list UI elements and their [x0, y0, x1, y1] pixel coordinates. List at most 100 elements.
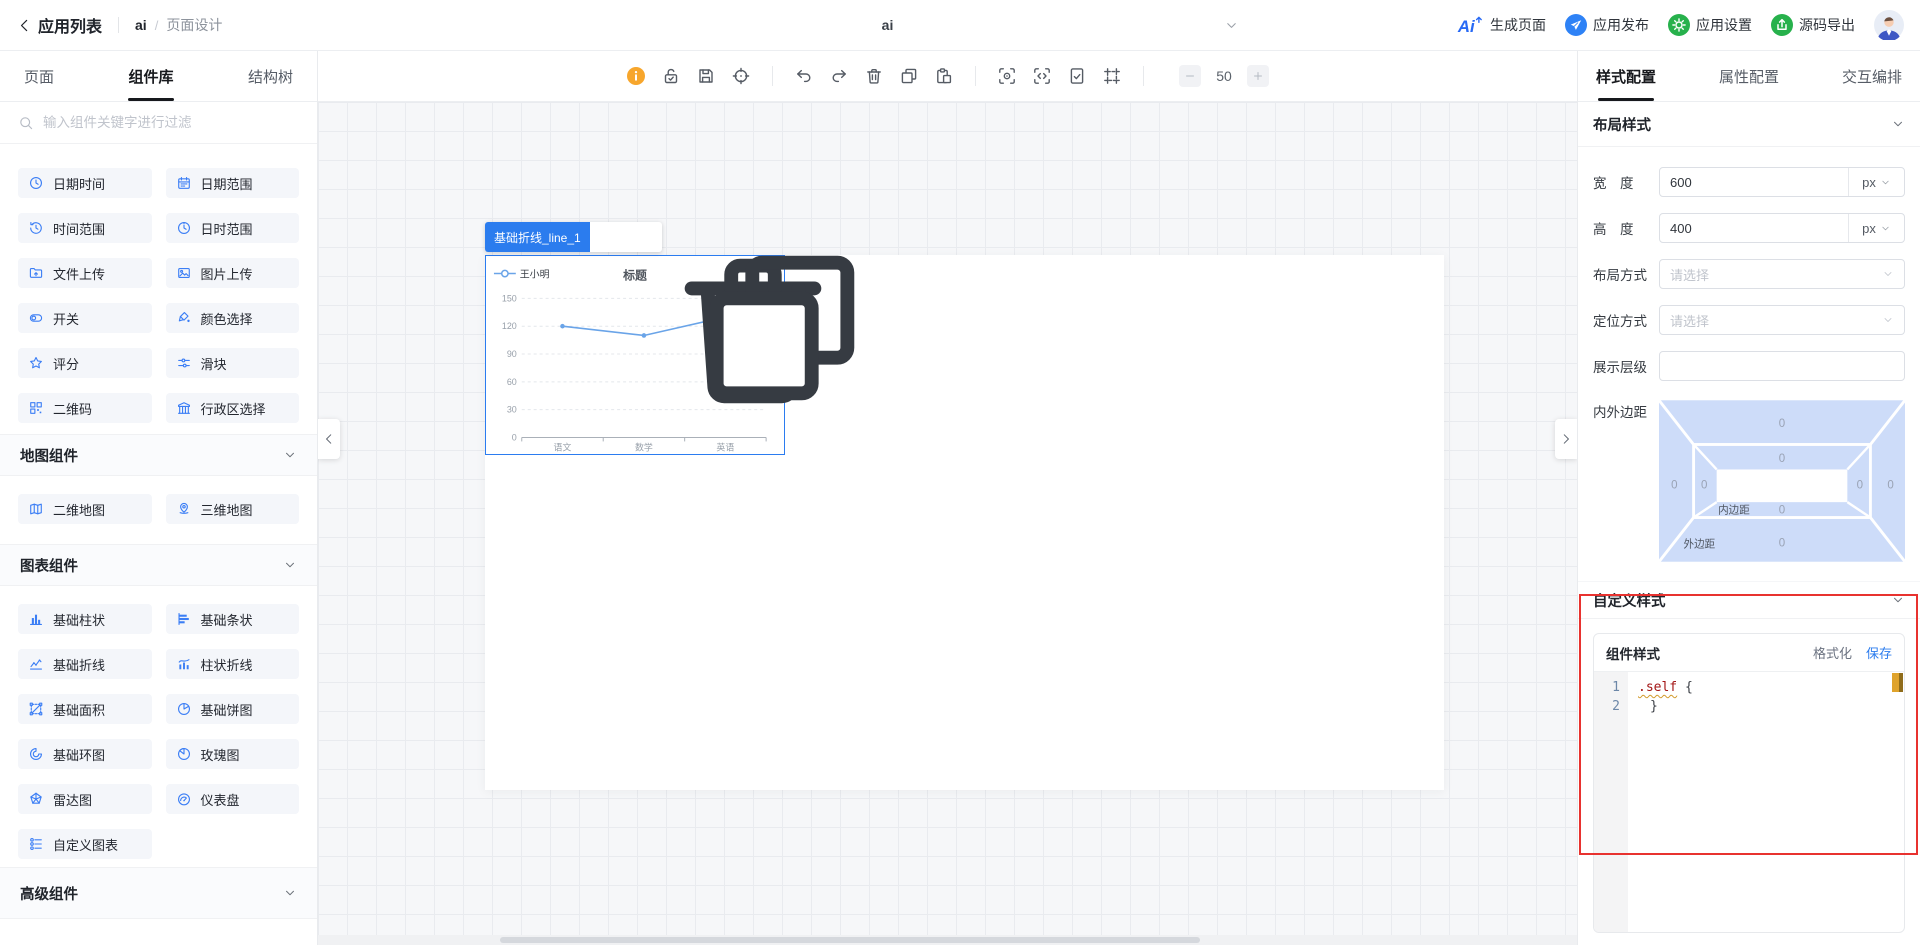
section-map-components[interactable]: 地图组件	[0, 434, 317, 476]
component-item[interactable]: 文件上传	[18, 258, 152, 288]
height-input[interactable]	[1660, 220, 1848, 236]
component-item[interactable]: 三维地图	[165, 494, 299, 524]
collapse-panel-handle[interactable]	[1555, 419, 1577, 459]
export-source-button[interactable]: 源码导出	[1771, 14, 1855, 36]
component-item[interactable]: 基础环图	[18, 739, 152, 769]
custom-chart-icon	[28, 836, 44, 852]
publish-app-button[interactable]: 应用发布	[1565, 14, 1649, 36]
component-item[interactable]: 图片上传	[165, 258, 299, 288]
paste-icon[interactable]	[934, 66, 954, 86]
format-button[interactable]: 格式化	[1813, 643, 1852, 662]
app-settings-button[interactable]: 应用设置	[1668, 14, 1752, 36]
component-item[interactable]: 日期范围	[165, 168, 299, 198]
plus-icon[interactable]	[1247, 65, 1269, 87]
margin-top-value[interactable]: 0	[1779, 418, 1785, 430]
chevron-left-icon[interactable]	[16, 17, 33, 34]
css-code-editor[interactable]: 1 2 .self { }	[1594, 672, 1904, 932]
generate-page-button[interactable]: Ai 生成页面	[1457, 15, 1546, 36]
padding-top-value[interactable]: 0	[1779, 453, 1785, 465]
component-item[interactable]: 颜色选择	[165, 303, 299, 333]
component-item[interactable]: 时间范围	[18, 213, 152, 243]
component-item[interactable]: 基础饼图	[165, 694, 299, 724]
height-unit-select[interactable]: px	[1848, 214, 1904, 242]
tab-structure-tree[interactable]: 结构树	[248, 51, 293, 101]
layout-mode-select[interactable]: 请选择	[1659, 259, 1905, 289]
toolbar-divider	[772, 66, 773, 86]
section-chart-components[interactable]: 图表组件	[0, 544, 317, 586]
doc-check-icon[interactable]	[1067, 66, 1087, 86]
component-item[interactable]: 日期时间	[18, 168, 152, 198]
back-to-app-list[interactable]: 应用列表	[38, 13, 102, 37]
undo-icon[interactable]	[794, 66, 814, 86]
save-icon[interactable]	[696, 66, 716, 86]
duplicate-icon[interactable]	[633, 229, 854, 400]
component-item[interactable]: 日时范围	[165, 213, 299, 243]
component-item[interactable]: 自定义图表	[18, 829, 152, 859]
width-input[interactable]	[1660, 174, 1848, 190]
trash-icon[interactable]	[864, 66, 884, 86]
unlock-icon[interactable]	[661, 66, 681, 86]
margin-right-value[interactable]: 0	[1887, 480, 1893, 492]
chevron-down-icon[interactable]	[1891, 593, 1905, 607]
tab-interaction-config[interactable]: 交互编排	[1842, 51, 1902, 101]
component-search-input[interactable]	[43, 115, 299, 130]
frame-icon[interactable]	[1102, 66, 1122, 86]
selection-name-badge[interactable]: 基础折线_line_1	[485, 222, 590, 252]
component-item[interactable]: 二维地图	[18, 494, 152, 524]
component-item[interactable]: 基础条状	[165, 604, 299, 634]
component-item[interactable]: 滑块	[165, 348, 299, 378]
preview-scan-icon[interactable]	[997, 66, 1017, 86]
tab-style-config[interactable]: 样式配置	[1596, 51, 1656, 101]
section-advanced-components[interactable]: 高级组件	[0, 867, 317, 919]
chevron-down-icon[interactable]	[1891, 117, 1905, 131]
margin-bottom-value[interactable]: 0	[1779, 537, 1785, 549]
component-item[interactable]: 开关	[18, 303, 152, 333]
component-item[interactable]: 基础折线	[18, 649, 152, 679]
padding-bottom-value[interactable]: 0	[1779, 505, 1785, 517]
collapse-sidebar-handle[interactable]	[318, 419, 340, 459]
chart-component-selected[interactable]: 基础折线_line_1 王小明 标题 0 30 60 90 120 150 语文 数学 英语	[485, 222, 854, 455]
component-item[interactable]: 雷达图	[18, 784, 152, 814]
chevron-down-icon[interactable]	[283, 886, 297, 900]
clock-icon	[28, 175, 44, 191]
position-mode-label: 定位方式	[1593, 314, 1647, 329]
minus-icon[interactable]	[1179, 65, 1201, 87]
padding-left-value[interactable]: 0	[1701, 480, 1707, 492]
info-icon[interactable]	[626, 66, 646, 86]
tab-pages[interactable]: 页面	[24, 51, 54, 101]
trash-icon[interactable]	[604, 229, 822, 403]
code-lines[interactable]: .self { }	[1628, 672, 1904, 932]
chevron-down-icon[interactable]	[283, 448, 297, 462]
component-item[interactable]: 仪表盘	[165, 784, 299, 814]
avatar[interactable]	[1874, 10, 1904, 40]
scrollbar-thumb[interactable]	[500, 937, 1200, 943]
box-model-widget[interactable]: 0 0 0 0 0 0 0 0 内边距 外边距	[1659, 397, 1905, 565]
width-unit-select[interactable]: px	[1848, 168, 1904, 196]
component-item[interactable]: 行政区选择	[165, 393, 299, 423]
z-index-input[interactable]	[1659, 351, 1905, 381]
redo-icon[interactable]	[829, 66, 849, 86]
position-mode-select[interactable]: 请选择	[1659, 305, 1905, 335]
artboard[interactable]: 基础折线_line_1 王小明 标题 0 30 60 90 120 150 语文 数学 英语	[485, 222, 1444, 790]
app-select-dropdown[interactable]: ai	[530, 0, 1245, 50]
tab-component-library[interactable]: 组件库	[128, 51, 173, 101]
component-item[interactable]: 玫瑰图	[165, 739, 299, 769]
breadcrumb-app[interactable]: ai	[135, 17, 147, 33]
component-item[interactable]: 评分	[18, 348, 152, 378]
component-item[interactable]: 基础面积	[18, 694, 152, 724]
margin-left-value[interactable]: 0	[1671, 480, 1677, 492]
chevron-down-icon[interactable]	[283, 558, 297, 572]
component-item[interactable]: 二维码	[18, 393, 152, 423]
custom-style-section-header[interactable]: 自定义样式	[1578, 581, 1920, 619]
component-item[interactable]: 柱状折线	[165, 649, 299, 679]
component-item-label: 图片上传	[200, 266, 253, 282]
code-scan-icon[interactable]	[1032, 66, 1052, 86]
component-item[interactable]: 基础柱状	[18, 604, 152, 634]
canvas-grid-area[interactable]: 基础折线_line_1 王小明 标题 0 30 60 90 120 150 语文 数学 英语	[318, 102, 1577, 945]
tab-property-config[interactable]: 属性配置	[1719, 51, 1779, 101]
save-button[interactable]: 保存	[1866, 643, 1892, 662]
layout-style-section-header[interactable]: 布局样式	[1578, 102, 1920, 147]
duplicate-icon[interactable]	[899, 66, 919, 86]
padding-right-value[interactable]: 0	[1857, 480, 1863, 492]
target-icon[interactable]	[731, 66, 751, 86]
